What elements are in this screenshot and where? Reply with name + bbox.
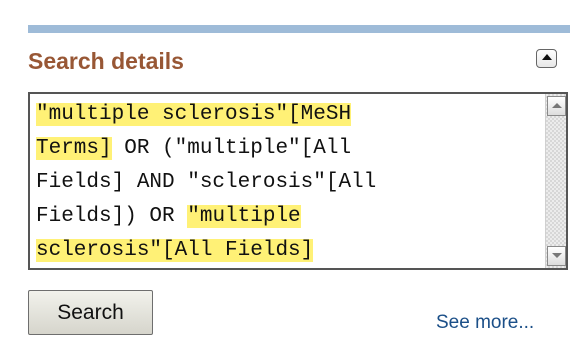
query-line: sclerosis"[All Fields]: [36, 234, 522, 268]
scroll-down-arrow-icon: [552, 253, 562, 258]
collapse-button[interactable]: [536, 49, 557, 68]
query-line: Fields] AND "sclerosis"[All: [36, 166, 522, 200]
highlighted-term: Terms]: [36, 137, 112, 160]
highlighted-term: "multiple sclerosis"[MeSH: [36, 103, 352, 126]
scroll-up-button[interactable]: [547, 96, 566, 116]
query-scrollbar[interactable]: [545, 94, 566, 268]
query-line: Fields]) OR "multiple: [36, 200, 522, 234]
see-more-link[interactable]: See more...: [436, 312, 534, 334]
panel-title: Search details: [28, 48, 184, 74]
query-text: "multiple sclerosis"[MeSH Terms] OR ("mul…: [36, 98, 522, 268]
highlighted-term: "multiple: [187, 205, 301, 228]
search-button[interactable]: Search: [28, 290, 153, 335]
query-textarea[interactable]: "multiple sclerosis"[MeSH Terms] OR ("mul…: [28, 92, 568, 270]
query-line: "multiple sclerosis"[MeSH: [36, 98, 522, 132]
highlighted-term: sclerosis"[All Fields]: [36, 239, 314, 262]
triangle-up-icon: [542, 54, 552, 60]
panel-top-bar: [28, 25, 570, 33]
query-line: Terms] OR ("multiple"[All: [36, 132, 522, 166]
query-segment: OR ("multiple"[All: [111, 137, 352, 160]
query-segment: Fields]) OR: [36, 205, 188, 228]
scroll-up-arrow-icon: [552, 103, 562, 108]
query-segment: Fields] AND "sclerosis"[All: [36, 171, 377, 194]
scroll-down-button[interactable]: [547, 246, 566, 266]
